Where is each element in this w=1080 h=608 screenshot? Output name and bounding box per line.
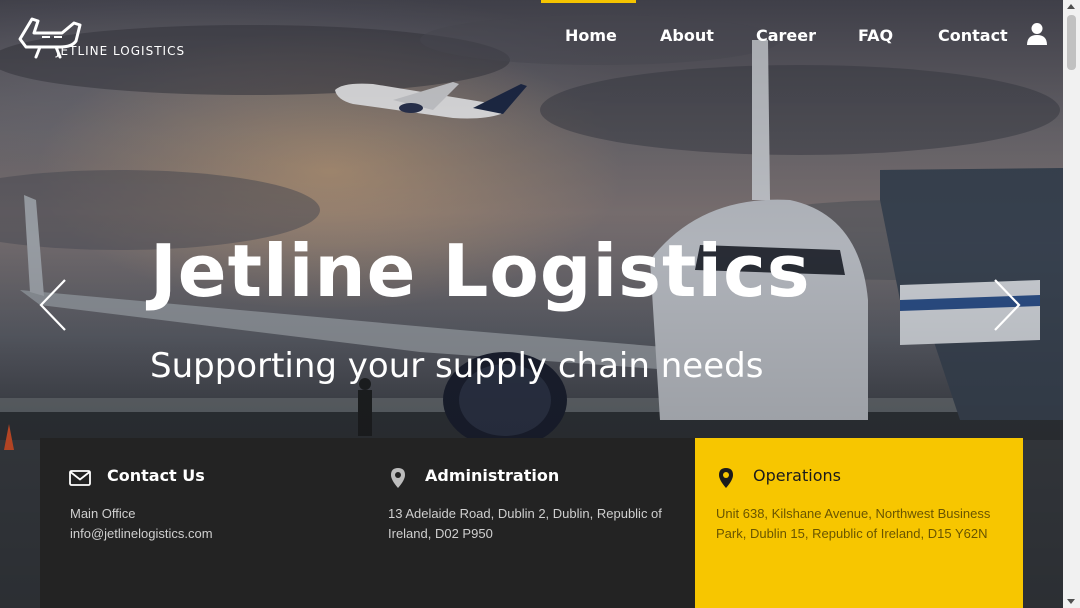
- map-pin-icon: [391, 468, 405, 488]
- nav-career[interactable]: Career: [756, 26, 816, 45]
- nav-faq[interactable]: FAQ: [858, 26, 893, 45]
- contact-email[interactable]: info@jetlinelogistics.com: [70, 526, 213, 541]
- main-navigation: Home About Career FAQ Contact: [0, 26, 1063, 48]
- map-pin-icon: [719, 468, 733, 488]
- chevron-left-icon[interactable]: [38, 278, 68, 332]
- operations-card: Operations Unit 638, Kilshane Avenue, No…: [695, 438, 1023, 608]
- operations-heading: Operations: [753, 466, 841, 485]
- scrollbar-thumb[interactable]: [1067, 15, 1076, 70]
- active-nav-indicator: [541, 0, 636, 3]
- scroll-up-arrow-icon[interactable]: [1067, 4, 1075, 9]
- scroll-down-arrow-icon[interactable]: [1067, 599, 1075, 604]
- administration-card: Administration 13 Adelaide Road, Dublin …: [368, 438, 695, 608]
- user-icon[interactable]: [1026, 22, 1048, 46]
- nav-home[interactable]: Home: [565, 26, 617, 45]
- hero-title: Jetline Logistics: [150, 229, 811, 313]
- operations-address: Unit 638, Kilshane Avenue, Northwest Bus…: [716, 506, 991, 541]
- main-office-label: Main Office: [70, 506, 136, 521]
- envelope-icon: [69, 470, 91, 486]
- administration-address: 13 Adelaide Road, Dublin 2, Dublin, Repu…: [388, 506, 662, 541]
- contact-details: Main Office info@jetlinelogistics.com: [70, 504, 350, 544]
- administration-heading: Administration: [425, 466, 560, 485]
- scrollbar[interactable]: [1063, 0, 1080, 608]
- contact-heading: Contact Us: [107, 466, 205, 485]
- nav-about[interactable]: About: [660, 26, 714, 45]
- hero-subtitle: Supporting your supply chain needs: [150, 346, 764, 386]
- airplane-in-flight: [335, 82, 527, 119]
- nav-contact[interactable]: Contact: [938, 26, 1008, 45]
- contact-card: Contact Us Main Office info@jetlinelogis…: [40, 438, 368, 608]
- chevron-right-icon[interactable]: [992, 278, 1022, 332]
